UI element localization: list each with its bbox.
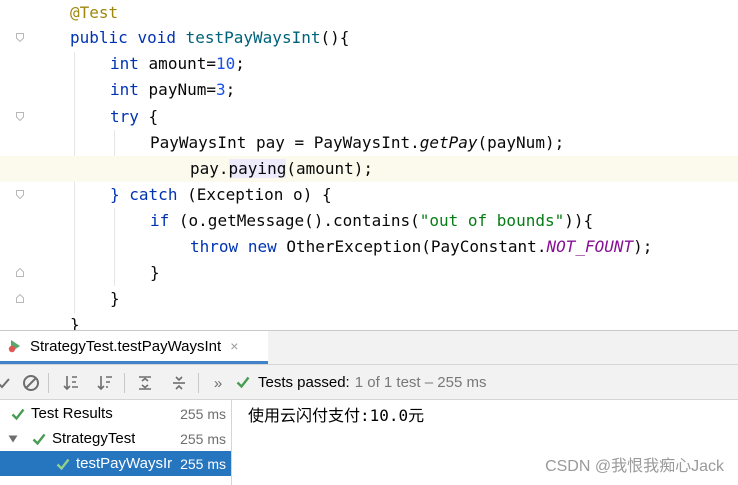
console-line: 使用云闪付支付:10.0元 [248, 406, 425, 425]
tests-passed-label: Tests passed: [258, 373, 350, 391]
console-output[interactable]: 使用云闪付支付:10.0元 CSDN @我恨我痴心Jack [232, 400, 738, 485]
throw-statement: throw new OtherException(PayConstant.NOT… [190, 237, 653, 256]
close-icon[interactable]: × [230, 338, 238, 354]
closing-brace: } [150, 263, 160, 282]
sort-by-duration-icon[interactable] [94, 372, 116, 394]
tree-item-duration: 255 ms [180, 455, 226, 472]
code-line[interactable]: } [0, 260, 738, 286]
current-code-line[interactable]: pay.paying(amount); [0, 156, 738, 182]
if-statement: if (o.getMessage().contains("out of boun… [150, 211, 594, 230]
fold-icon[interactable] [16, 268, 24, 277]
run-tab-bar: StrategyTest.testPayWaysInt × [0, 330, 738, 364]
fold-icon[interactable] [16, 294, 24, 303]
expand-all-icon[interactable] [134, 372, 156, 394]
code-line[interactable]: } catch (Exception o) { [0, 182, 738, 208]
closing-brace: } [110, 289, 120, 308]
fold-icon[interactable] [16, 190, 24, 199]
watermark: CSDN @我恨我痴心Jack [545, 458, 724, 475]
more-actions-icon[interactable]: » [207, 372, 229, 394]
toolbar-separator [198, 373, 199, 393]
tree-item-duration: 255 ms [180, 405, 226, 422]
toolbar-separator [48, 373, 49, 393]
code-line[interactable]: } [0, 312, 738, 330]
tree-item-label: StrategyTest [52, 430, 136, 447]
tree-item-testpaywaysint[interactable]: testPayWaysIr 255 ms [0, 451, 231, 476]
tree-item-test-results[interactable]: Test Results 255 ms [0, 401, 231, 426]
tree-item-duration: 255 ms [180, 430, 226, 447]
closing-brace: } [70, 315, 80, 330]
run-tab-label: StrategyTest.testPayWaysInt [30, 337, 222, 355]
code-line[interactable]: throw new OtherException(PayConstant.NOT… [0, 234, 738, 260]
code-line[interactable]: } [0, 286, 738, 312]
chevron-down-icon[interactable] [8, 434, 18, 444]
run-tab-strategytest[interactable]: StrategyTest.testPayWaysInt × [0, 331, 268, 364]
check-icon [236, 376, 250, 389]
fold-icon[interactable] [16, 33, 24, 42]
code-line[interactable]: @Test [0, 0, 738, 26]
method-signature: public void testPayWaysInt(){ [70, 28, 350, 47]
run-toolbar: » Tests passed: 1 of 1 test – 255 ms [0, 364, 738, 400]
code-line[interactable]: try { [0, 104, 738, 130]
test-results-tree[interactable]: Test Results 255 ms StrategyTest 255 ms … [0, 400, 232, 485]
try-statement: try { [110, 107, 159, 126]
code-editor[interactable]: @Test public void testPayWaysInt(){ int … [0, 0, 738, 330]
show-passed-icon[interactable] [0, 372, 14, 394]
statement: PayWaysInt pay = PayWaysInt.getPay(payNu… [150, 133, 565, 152]
check-icon [56, 458, 70, 470]
check-icon [32, 433, 46, 445]
statement: int payNum=3; [110, 80, 236, 99]
code-line[interactable]: PayWaysInt pay = PayWaysInt.getPay(payNu… [0, 130, 738, 156]
statement: pay.paying(amount); [190, 159, 374, 178]
fold-icon[interactable] [16, 112, 24, 121]
show-ignored-icon[interactable] [20, 372, 42, 394]
code-line[interactable]: public void testPayWaysInt(){ [0, 25, 738, 51]
code-line[interactable]: int payNum=3; [0, 77, 738, 103]
annotation-token: @Test [70, 3, 119, 22]
tree-item-label: testPayWaysIr [76, 455, 173, 472]
test-status: Tests passed: 1 of 1 test – 255 ms [236, 365, 486, 399]
tree-item-strategytest[interactable]: StrategyTest 255 ms [0, 426, 231, 451]
code-line[interactable]: if (o.getMessage().contains("out of boun… [0, 208, 738, 234]
test-run-icon [8, 340, 20, 353]
check-icon [11, 408, 25, 420]
tests-passed-detail: 1 of 1 test – 255 ms [354, 373, 487, 391]
collapse-all-icon[interactable] [168, 372, 190, 394]
code-line[interactable]: int amount=10; [0, 51, 738, 77]
tree-item-label: Test Results [31, 405, 113, 422]
sort-alphabetically-icon[interactable] [60, 372, 82, 394]
catch-statement: } catch (Exception o) { [110, 185, 332, 204]
toolbar-separator [124, 373, 125, 393]
statement: int amount=10; [110, 54, 245, 73]
